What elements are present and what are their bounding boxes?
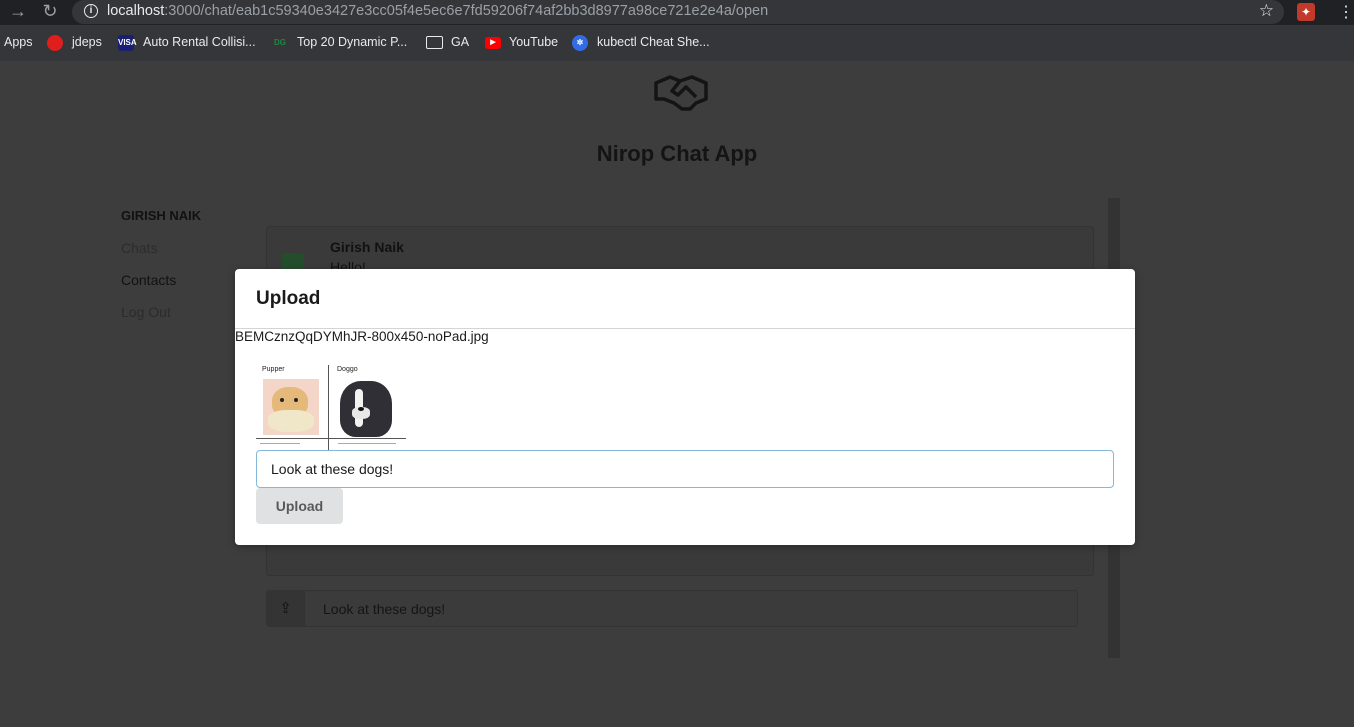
- dg-icon: DG: [274, 38, 286, 47]
- bookmark-auto-rental[interactable]: Auto Rental Collisi...: [143, 35, 256, 49]
- bookmark-youtube[interactable]: YouTube: [509, 35, 558, 49]
- extension-icon[interactable]: ✦: [1297, 3, 1315, 21]
- preview-label-pupper: Pupper: [262, 366, 285, 373]
- reload-icon[interactable]: ↻: [38, 0, 62, 24]
- info-icon[interactable]: i: [84, 4, 98, 18]
- preview-label-doggo: Doggo: [337, 366, 358, 373]
- browser-toolbar: → ↻ i localhost:3000/chat/eab1c59340e342…: [0, 0, 1354, 25]
- message-input[interactable]: Look at these dogs!: [323, 601, 445, 617]
- kubernetes-icon: ✲: [572, 35, 588, 51]
- folder-icon: [426, 36, 443, 49]
- youtube-icon: ▶: [485, 37, 501, 49]
- sidebar-user-name: GIRISH NAIK: [121, 208, 202, 223]
- caption-input[interactable]: [256, 450, 1114, 488]
- bookmark-apps[interactable]: Apps: [4, 35, 33, 49]
- bookmarks-bar: Apps jdeps VISA Auto Rental Collisi... D…: [0, 25, 1354, 61]
- bookmark-star-icon[interactable]: ☆: [1259, 1, 1274, 21]
- upload-button[interactable]: Upload: [256, 488, 343, 524]
- forward-icon[interactable]: →: [6, 0, 30, 24]
- address-bar[interactable]: i localhost:3000/chat/eab1c59340e3427e3c…: [72, 0, 1284, 24]
- sidebar-item-contacts[interactable]: Contacts: [121, 272, 176, 288]
- image-preview: Pupper Doggo: [256, 365, 406, 451]
- modal-header: Upload: [235, 269, 1135, 329]
- bookmark-ga[interactable]: GA: [451, 35, 469, 49]
- sidebar-item-chats[interactable]: Chats: [121, 240, 158, 256]
- upload-icon[interactable]: ⇪: [267, 591, 305, 626]
- message-sender: Girish Naik: [330, 239, 404, 255]
- bookmark-top20[interactable]: Top 20 Dynamic P...: [297, 35, 407, 49]
- oracle-icon: [47, 35, 63, 51]
- visa-icon: VISA: [118, 35, 137, 51]
- bookmark-kubectl[interactable]: kubectl Cheat She...: [597, 35, 710, 49]
- handshake-icon: [654, 75, 708, 111]
- modal-title: Upload: [256, 288, 321, 309]
- sidebar-item-logout[interactable]: Log Out: [121, 304, 171, 320]
- extension-menu-icon[interactable]: ⋮: [1338, 2, 1354, 22]
- upload-modal: Upload BEMCznzQqDYMhJR-800x450-noPad.jpg…: [235, 269, 1135, 545]
- url-text[interactable]: localhost:3000/chat/eab1c59340e3427e3cc0…: [107, 3, 768, 19]
- message-input-bar: ⇪ Look at these dogs!: [266, 590, 1078, 627]
- app-title: Nirop Chat App: [596, 141, 758, 166]
- bookmark-jdeps[interactable]: jdeps: [72, 35, 102, 49]
- file-name: BEMCznzQqDYMhJR-800x450-noPad.jpg: [235, 329, 489, 344]
